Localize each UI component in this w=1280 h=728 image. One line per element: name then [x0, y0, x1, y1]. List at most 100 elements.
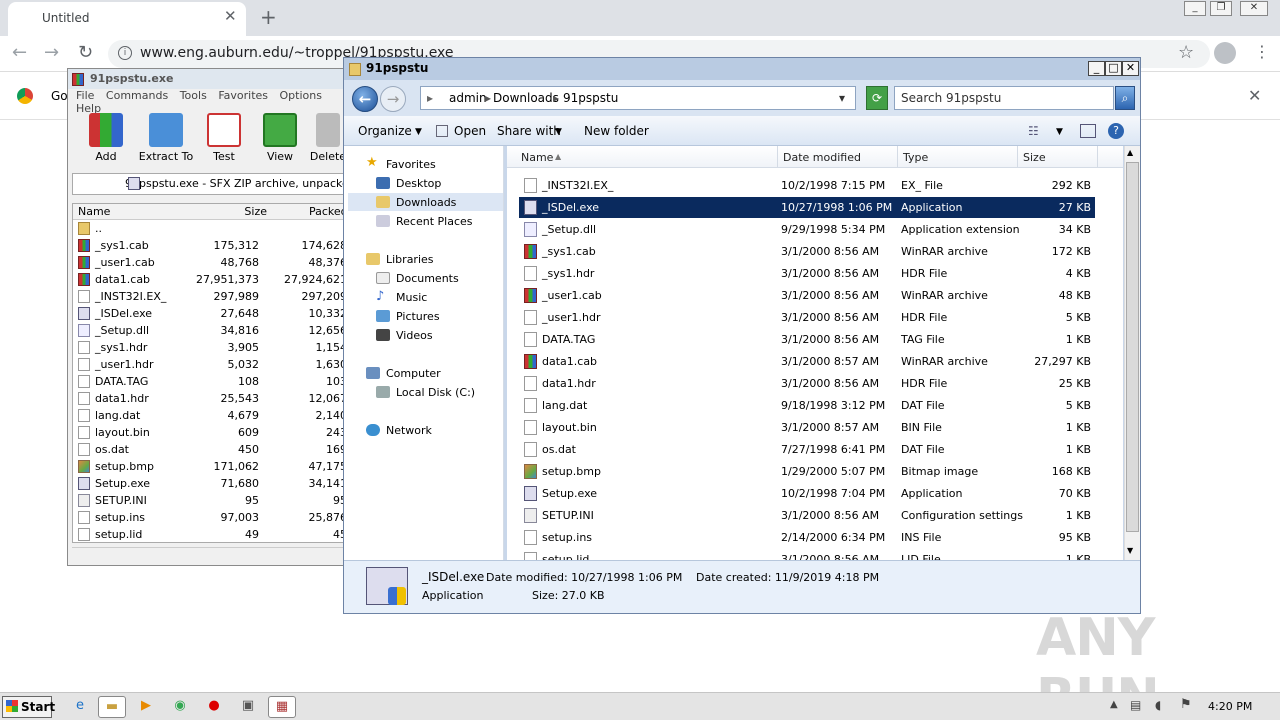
file-row[interactable]: _sys1.cab 3/1/2000 8:56 AM WinRAR archive 1…: [519, 241, 1095, 262]
table-row[interactable]: os.dat 450 169: [73, 441, 353, 458]
view-button[interactable]: View: [250, 113, 310, 163]
chevron-down-icon[interactable]: ▾: [839, 91, 845, 105]
clock[interactable]: 4:20 PM: [1208, 700, 1252, 713]
view-options-icon[interactable]: ☷: [1028, 124, 1039, 138]
flag-icon[interactable]: ⚑: [1180, 697, 1192, 712]
nav-favorites[interactable]: ★ Favorites: [366, 155, 436, 171]
share-with-button[interactable]: Share with: [497, 124, 561, 138]
nav-pictures[interactable]: Pictures: [376, 310, 440, 323]
ie-icon[interactable]: e: [66, 696, 94, 718]
restore-icon[interactable]: ❐: [1210, 1, 1232, 16]
minimize-icon[interactable]: _: [1184, 1, 1206, 16]
table-row[interactable]: _user1.hdr 5,032 1,630: [73, 356, 353, 373]
new-folder-button[interactable]: New folder: [584, 124, 649, 138]
crumb-admin[interactable]: admin: [449, 91, 487, 105]
file-row[interactable]: _Setup.dll 9/29/1998 5:34 PM Application e…: [519, 219, 1095, 240]
media-player-icon[interactable]: ▶: [132, 696, 160, 718]
table-row[interactable]: lang.dat 4,679 2,140: [73, 407, 353, 424]
star-icon[interactable]: ☆: [1178, 42, 1194, 63]
table-row[interactable]: Setup.exe 71,680 34,141: [73, 475, 353, 492]
col-name[interactable]: Name: [78, 205, 110, 218]
nav-downloads[interactable]: Downloads: [376, 196, 456, 209]
reload-icon[interactable]: ↻: [78, 44, 93, 62]
close-icon[interactable]: ✕: [1240, 1, 1268, 16]
organize-button[interactable]: Organize: [358, 124, 412, 138]
extract-to-button[interactable]: Extract To: [136, 113, 196, 163]
table-row[interactable]: _user1.cab 48,768 48,376: [73, 254, 353, 271]
table-row[interactable]: setup.ins 97,003 25,876: [73, 509, 353, 526]
col-packed[interactable]: Packed: [309, 205, 348, 218]
col-type[interactable]: Type: [903, 151, 928, 164]
refresh-icon[interactable]: ⟳: [866, 86, 888, 110]
tray-expand-icon[interactable]: ▲: [1110, 699, 1118, 710]
table-row[interactable]: data1.hdr 25,543 12,067: [73, 390, 353, 407]
table-row[interactable]: _ISDel.exe 27,648 10,332: [73, 305, 353, 322]
preview-pane-icon[interactable]: [1080, 124, 1096, 138]
crumb-folder[interactable]: 91pspstu: [563, 91, 618, 105]
col-name[interactable]: Name: [521, 151, 553, 164]
nav-documents[interactable]: Documents: [376, 272, 459, 285]
table-row[interactable]: SETUP.INI 95 95: [73, 492, 353, 509]
search-icon[interactable]: ⌕: [1115, 86, 1135, 110]
menu-options[interactable]: Options: [280, 89, 322, 102]
opera-icon[interactable]: ●: [200, 696, 228, 718]
vertical-scrollbar[interactable]: ▲ ▼: [1124, 146, 1140, 560]
file-row[interactable]: _sys1.hdr 3/1/2000 8:56 AM HDR File 4 KB: [519, 263, 1095, 284]
nav-local-disk[interactable]: Local Disk (C:): [376, 386, 475, 399]
chrome-taskbar-icon[interactable]: ◉: [166, 696, 194, 718]
file-row[interactable]: SETUP.INI 3/1/2000 8:56 AM Configuration s…: [519, 505, 1095, 526]
search-input[interactable]: Search 91pspstu: [894, 86, 1114, 110]
file-row[interactable]: _INST32I.EX_ 10/2/1998 7:15 PM EX_ File 292…: [519, 175, 1095, 196]
open-button[interactable]: Open: [454, 124, 486, 138]
file-row[interactable]: layout.bin 3/1/2000 8:57 AM BIN File 1 KB: [519, 417, 1095, 438]
file-row[interactable]: _user1.cab 3/1/2000 8:56 AM WinRAR archive…: [519, 285, 1095, 306]
info-bar-close-icon[interactable]: ✕: [1248, 86, 1261, 105]
menu-file[interactable]: File: [76, 89, 94, 102]
table-row[interactable]: _sys1.hdr 3,905 1,154: [73, 339, 353, 356]
nav-computer[interactable]: Computer: [366, 367, 441, 380]
table-row[interactable]: data1.cab 27,951,373 27,924,621: [73, 271, 353, 288]
scrollbar-thumb[interactable]: [1126, 162, 1139, 532]
tab-close-icon[interactable]: ✕: [224, 8, 237, 24]
maximize-icon[interactable]: □: [1105, 61, 1122, 76]
file-row[interactable]: setup.ins 2/14/2000 6:34 PM INS File 95 KB: [519, 527, 1095, 548]
table-row[interactable]: ..: [73, 220, 353, 237]
file-row[interactable]: _user1.hdr 3/1/2000 8:56 AM HDR File 5 KB: [519, 307, 1095, 328]
close-icon[interactable]: ✕: [1122, 61, 1139, 76]
nav-desktop[interactable]: Desktop: [376, 177, 441, 190]
menu-icon[interactable]: ⋮: [1254, 42, 1270, 61]
explorer-taskbar-icon[interactable]: ▬: [98, 696, 126, 718]
nav-music[interactable]: ♪ Music: [376, 289, 427, 304]
winrar-taskbar-icon[interactable]: ▦: [268, 696, 296, 718]
file-row[interactable]: os.dat 7/27/1998 6:41 PM DAT File 1 KB: [519, 439, 1095, 460]
table-row[interactable]: _sys1.cab 175,312 174,628: [73, 237, 353, 254]
setup-taskbar-icon[interactable]: ▣: [234, 696, 262, 718]
file-row[interactable]: _ISDel.exe 10/27/1998 1:06 PM Application 2…: [519, 197, 1095, 218]
col-size[interactable]: Size: [1023, 151, 1046, 164]
network-tray-icon[interactable]: ▤: [1130, 698, 1141, 712]
avatar[interactable]: [1214, 42, 1236, 64]
nav-videos[interactable]: Videos: [376, 329, 433, 342]
minimize-icon[interactable]: _: [1088, 61, 1105, 76]
add-button[interactable]: Add: [76, 113, 136, 163]
table-row[interactable]: DATA.TAG 108 103: [73, 373, 353, 390]
breadcrumb[interactable]: ▸ admin ▸ Downloads ▸ 91pspstu ▾: [420, 86, 856, 110]
forward-button[interactable]: →: [380, 86, 406, 112]
file-row[interactable]: data1.hdr 3/1/2000 8:56 AM HDR File 25 KB: [519, 373, 1095, 394]
new-tab-icon[interactable]: +: [260, 5, 277, 29]
chevron-down-icon[interactable]: ▼: [1056, 127, 1063, 137]
test-button[interactable]: Test: [194, 113, 254, 163]
table-row[interactable]: setup.bmp 171,062 47,175: [73, 458, 353, 475]
scroll-up-icon[interactable]: ▲: [1127, 148, 1133, 157]
info-icon[interactable]: i: [118, 46, 132, 60]
table-row[interactable]: setup.lid 49 45: [73, 526, 353, 542]
crumb-downloads[interactable]: Downloads: [493, 91, 559, 105]
back-button[interactable]: ←: [352, 86, 378, 112]
menu-commands[interactable]: Commands: [106, 89, 168, 102]
volume-icon[interactable]: ◖: [1155, 698, 1161, 712]
file-row[interactable]: data1.cab 3/1/2000 8:57 AM WinRAR archive 2…: [519, 351, 1095, 372]
table-row[interactable]: _Setup.dll 34,816 12,656: [73, 322, 353, 339]
table-row[interactable]: _INST32I.EX_ 297,989 297,209: [73, 288, 353, 305]
file-row[interactable]: Setup.exe 10/2/1998 7:04 PM Application 70 …: [519, 483, 1095, 504]
nav-recent[interactable]: Recent Places: [376, 215, 473, 228]
